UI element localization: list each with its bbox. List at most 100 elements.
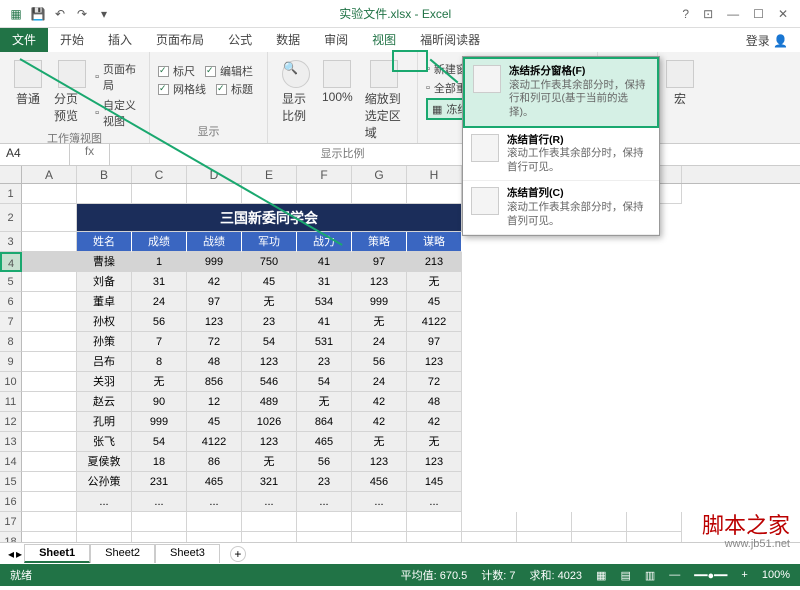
sheet-tab[interactable]: Sheet2 <box>90 544 155 563</box>
data-cell[interactable]: 45 <box>242 272 297 292</box>
data-cell[interactable]: 56 <box>352 352 407 372</box>
data-cell[interactable]: 456 <box>352 472 407 492</box>
data-cell[interactable]: ... <box>407 492 462 512</box>
data-cell[interactable]: 曹操 <box>77 252 132 272</box>
data-cell[interactable]: 45 <box>407 292 462 312</box>
data-cell[interactable]: 31 <box>132 272 187 292</box>
data-cell[interactable]: 23 <box>297 352 352 372</box>
data-cell[interactable]: 孙策 <box>77 332 132 352</box>
tab-view[interactable]: 视图 <box>360 28 408 52</box>
data-cell[interactable]: 56 <box>297 452 352 472</box>
close-icon[interactable]: ✕ <box>778 7 788 21</box>
data-cell[interactable]: 24 <box>352 372 407 392</box>
data-cell[interactable]: 999 <box>187 252 242 272</box>
row-header[interactable]: 10 <box>0 372 22 392</box>
data-cell[interactable]: 7 <box>132 332 187 352</box>
sheet-tab[interactable]: Sheet1 <box>24 544 90 563</box>
col-header[interactable]: E <box>242 166 297 183</box>
add-sheet-button[interactable]: + <box>230 546 246 562</box>
row-header[interactable]: 16 <box>0 492 22 512</box>
data-cell[interactable]: 145 <box>407 472 462 492</box>
data-cell[interactable]: 刘备 <box>77 272 132 292</box>
data-cell[interactable]: 465 <box>187 472 242 492</box>
data-cell[interactable]: ... <box>242 492 297 512</box>
name-box[interactable]: A4 <box>0 144 70 165</box>
row-header[interactable]: 4 <box>0 252 22 272</box>
data-cell[interactable]: 董卓 <box>77 292 132 312</box>
row-header[interactable]: 9 <box>0 352 22 372</box>
data-cell[interactable]: 8 <box>132 352 187 372</box>
ribbon-collapse-icon[interactable]: ⊡ <box>703 7 713 21</box>
data-cell[interactable]: ... <box>77 492 132 512</box>
data-cell[interactable]: 54 <box>297 372 352 392</box>
data-cell[interactable]: 无 <box>132 372 187 392</box>
data-cell[interactable]: 534 <box>297 292 352 312</box>
zoom-100-button[interactable]: 100% <box>316 56 359 145</box>
data-cell[interactable]: ... <box>132 492 187 512</box>
zoom-out-icon[interactable]: — <box>669 569 680 581</box>
data-cell[interactable]: 54 <box>242 332 297 352</box>
row-header[interactable]: 6 <box>0 292 22 312</box>
data-cell[interactable]: 48 <box>407 392 462 412</box>
headings-checkbox[interactable]: 标题 <box>216 80 253 98</box>
maximize-icon[interactable]: ☐ <box>753 7 764 21</box>
row-header[interactable]: 15 <box>0 472 22 492</box>
formula-input[interactable] <box>110 144 800 165</box>
tab-home[interactable]: 开始 <box>48 28 96 52</box>
data-cell[interactable]: 123 <box>352 452 407 472</box>
data-cell[interactable]: 无 <box>352 312 407 332</box>
data-cell[interactable]: 54 <box>132 432 187 452</box>
gridlines-checkbox[interactable]: 网格线 <box>158 80 206 98</box>
data-cell[interactable]: 856 <box>187 372 242 392</box>
tab-review[interactable]: 审阅 <box>312 28 360 52</box>
data-cell[interactable]: 546 <box>242 372 297 392</box>
data-cell[interactable]: 213 <box>407 252 462 272</box>
col-header[interactable]: C <box>132 166 187 183</box>
data-cell[interactable]: 12 <box>187 392 242 412</box>
normal-view-button[interactable]: 普通 <box>8 56 48 130</box>
freeze-first-col-option[interactable]: 冻结首列(C)滚动工作表其余部分时，保持首列可见。 <box>463 181 659 235</box>
data-cell[interactable]: 999 <box>132 412 187 432</box>
page-layout-button[interactable]: ▫ 页面布局 <box>95 60 141 94</box>
zoom-in-icon[interactable]: + <box>741 569 747 581</box>
data-cell[interactable]: 公孙策 <box>77 472 132 492</box>
redo-icon[interactable]: ↷ <box>74 6 90 22</box>
data-cell[interactable]: 无 <box>297 392 352 412</box>
data-cell[interactable]: 24 <box>352 332 407 352</box>
row-header[interactable]: 8 <box>0 332 22 352</box>
zoom-level[interactable]: 100% <box>762 569 790 581</box>
data-cell[interactable]: 72 <box>187 332 242 352</box>
data-cell[interactable]: 4122 <box>187 432 242 452</box>
freeze-top-row-option[interactable]: 冻结首行(R)滚动工作表其余部分时，保持首行可见。 <box>463 128 659 182</box>
data-cell[interactable]: 97 <box>407 332 462 352</box>
data-cell[interactable]: 48 <box>187 352 242 372</box>
data-cell[interactable]: 吕布 <box>77 352 132 372</box>
undo-icon[interactable]: ↶ <box>52 6 68 22</box>
macro-button[interactable]: 宏 <box>666 56 694 111</box>
tab-file[interactable]: 文件 <box>0 28 48 52</box>
data-cell[interactable]: 123 <box>407 352 462 372</box>
freeze-panes-option[interactable]: 冻结拆分窗格(F)滚动工作表其余部分时，保持行和列可见(基于当前的选择)。 <box>463 57 659 128</box>
view-layout-icon[interactable]: ▤ <box>620 569 630 582</box>
data-cell[interactable]: 关羽 <box>77 372 132 392</box>
data-cell[interactable]: 31 <box>297 272 352 292</box>
data-cell[interactable]: 97 <box>352 252 407 272</box>
data-cell[interactable]: 489 <box>242 392 297 412</box>
save-icon[interactable]: 💾 <box>30 6 46 22</box>
data-cell[interactable]: 231 <box>132 472 187 492</box>
tab-foxit[interactable]: 福昕阅读器 <box>408 28 492 52</box>
data-cell[interactable]: 41 <box>297 312 352 332</box>
row-header[interactable]: 14 <box>0 452 22 472</box>
data-cell[interactable]: 42 <box>187 272 242 292</box>
data-cell[interactable]: 无 <box>242 292 297 312</box>
view-pagebreak-icon[interactable]: ▥ <box>645 569 655 582</box>
fx-label[interactable]: fx <box>70 144 110 165</box>
help-icon[interactable]: ? <box>682 7 689 21</box>
data-cell[interactable]: 孔明 <box>77 412 132 432</box>
data-cell[interactable]: 465 <box>297 432 352 452</box>
sheet-nav-prev[interactable]: ▸ <box>16 547 22 561</box>
row-header[interactable]: 12 <box>0 412 22 432</box>
data-cell[interactable]: 4122 <box>407 312 462 332</box>
data-cell[interactable]: 72 <box>407 372 462 392</box>
col-header[interactable]: F <box>297 166 352 183</box>
